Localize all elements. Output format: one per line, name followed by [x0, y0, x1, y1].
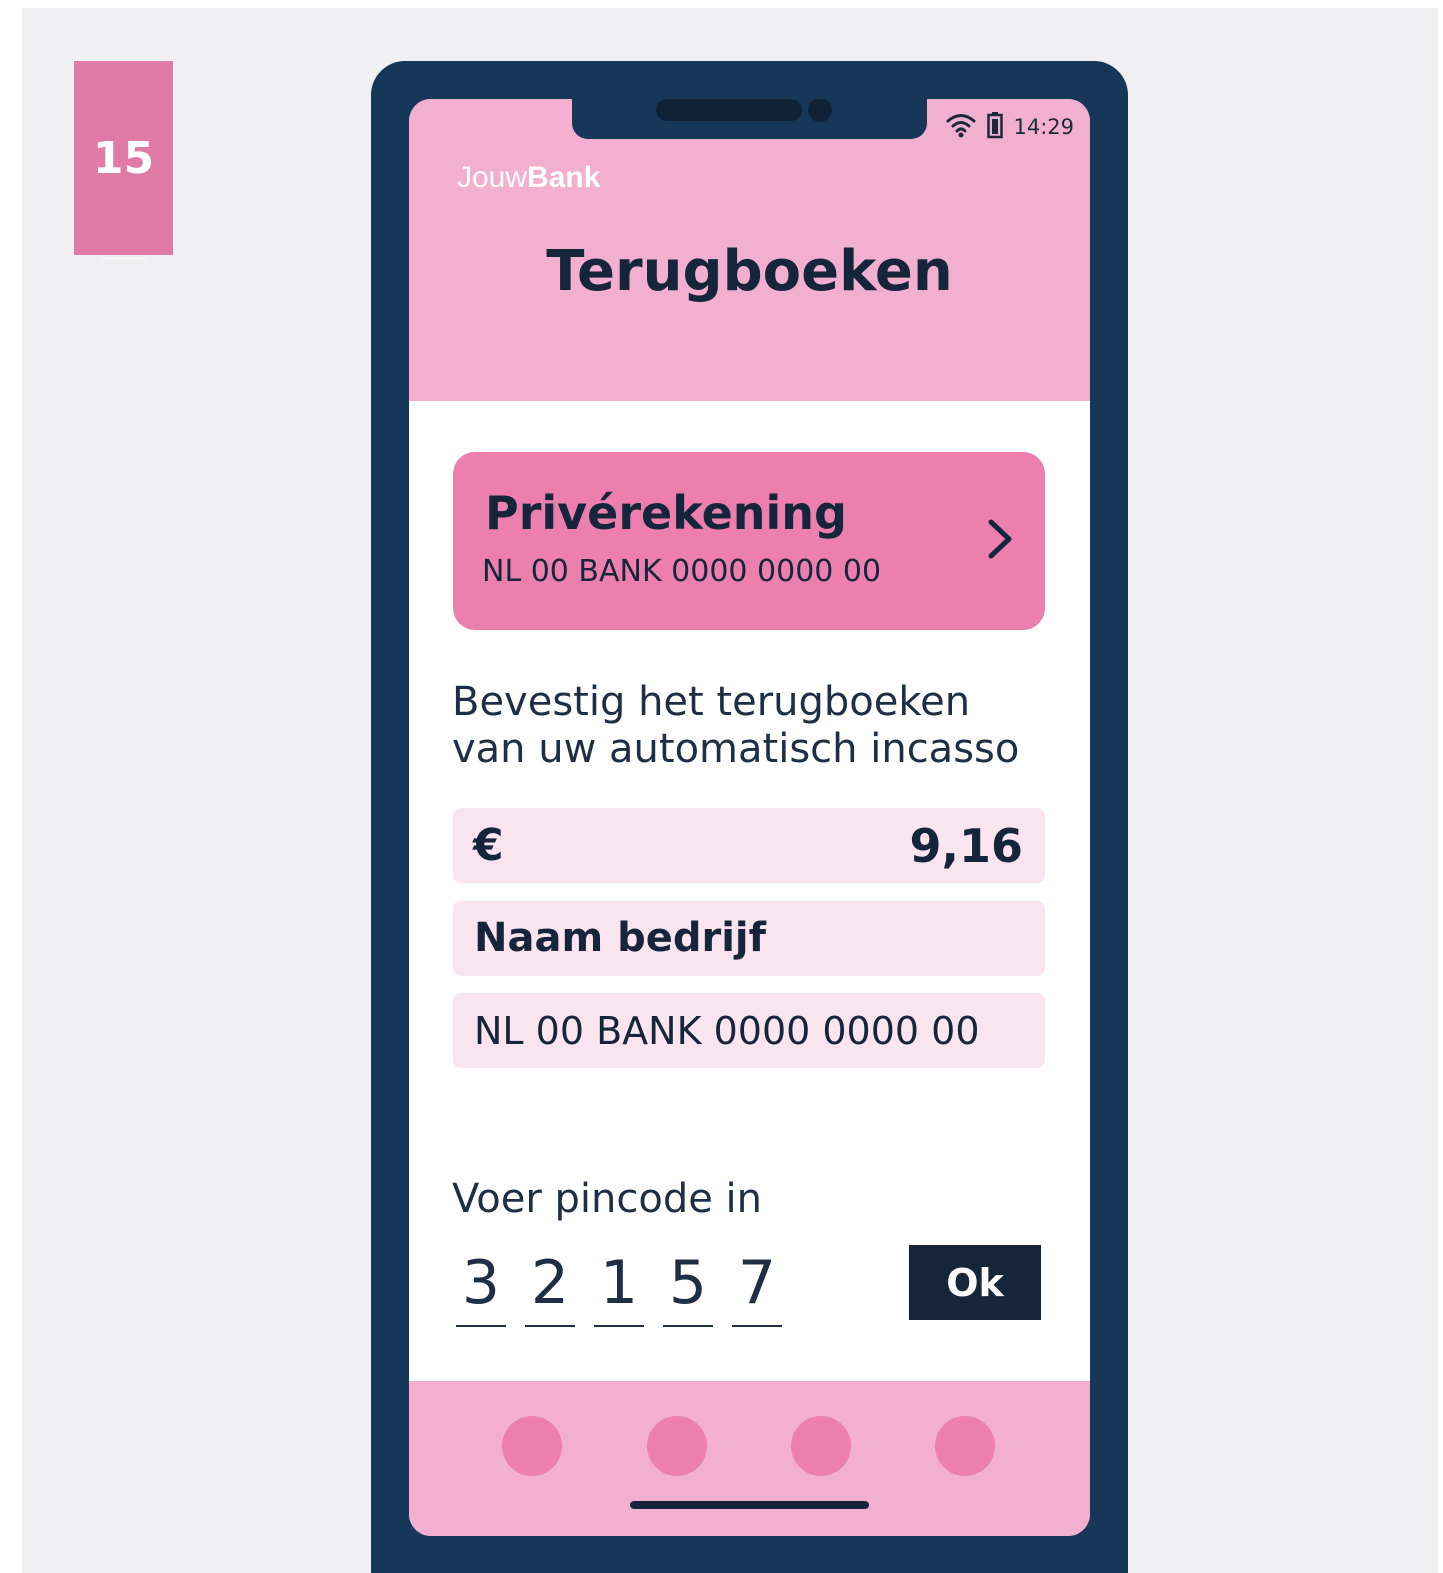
pin-label: Voer pincode in [452, 1176, 762, 1222]
confirm-instruction: Bevestig het terugboeken van uw automati… [452, 679, 1020, 772]
amount-value: 9,16 [909, 819, 1024, 873]
phone-notch [572, 99, 927, 139]
currency-sign: € [473, 820, 504, 871]
wifi-icon [945, 111, 977, 143]
account-iban: NL 00 BANK 0000 0000 00 [482, 554, 882, 589]
page-title: Terugboeken [546, 239, 953, 304]
battery-icon [987, 111, 1004, 143]
chevron-right-icon [985, 514, 1015, 564]
pin-digit-3[interactable]: 1 [594, 1247, 644, 1327]
pin-digit-1[interactable]: 3 [456, 1247, 506, 1327]
pin-digit-2[interactable]: 2 [525, 1247, 575, 1327]
company-field: Naam bedrijf [453, 901, 1045, 976]
home-indicator[interactable] [630, 1501, 869, 1509]
nav-item-1[interactable] [502, 1416, 562, 1476]
ok-button[interactable]: Ok [909, 1245, 1041, 1320]
pin-digit-4[interactable]: 5 [663, 1247, 713, 1327]
account-selector-card[interactable]: Privérekening NL 00 BANK 0000 0000 00 [453, 452, 1045, 630]
counter-iban: NL 00 BANK 0000 0000 00 [474, 1009, 980, 1053]
front-camera [808, 99, 832, 122]
status-time: 14:29 [1013, 115, 1074, 139]
status-bar: 14:29 [945, 111, 1074, 143]
nav-item-2[interactable] [647, 1416, 707, 1476]
step-badge: 15 [74, 61, 173, 259]
nav-item-4[interactable] [935, 1416, 995, 1476]
brand-logo-bold: Bank [527, 161, 601, 194]
company-name: Naam bedrijf [474, 915, 767, 961]
brand-logo: JouwBank [457, 161, 600, 195]
counter-iban-field: NL 00 BANK 0000 0000 00 [453, 993, 1045, 1068]
pin-digit-5[interactable]: 7 [732, 1247, 782, 1327]
account-name: Privérekening [485, 486, 847, 540]
speaker-grille [656, 99, 802, 121]
brand-logo-light: Jouw [457, 161, 528, 194]
app-header: 14:29 JouwBank Terugboeken [409, 99, 1090, 401]
nav-item-3[interactable] [791, 1416, 851, 1476]
step-number: 15 [92, 133, 155, 184]
amount-field: € 9,16 [453, 808, 1045, 883]
step-divider [102, 258, 146, 259]
bottom-nav-bar [409, 1381, 1090, 1536]
phone-screen: 14:29 JouwBank Terugboeken Privérekening… [409, 99, 1090, 1536]
